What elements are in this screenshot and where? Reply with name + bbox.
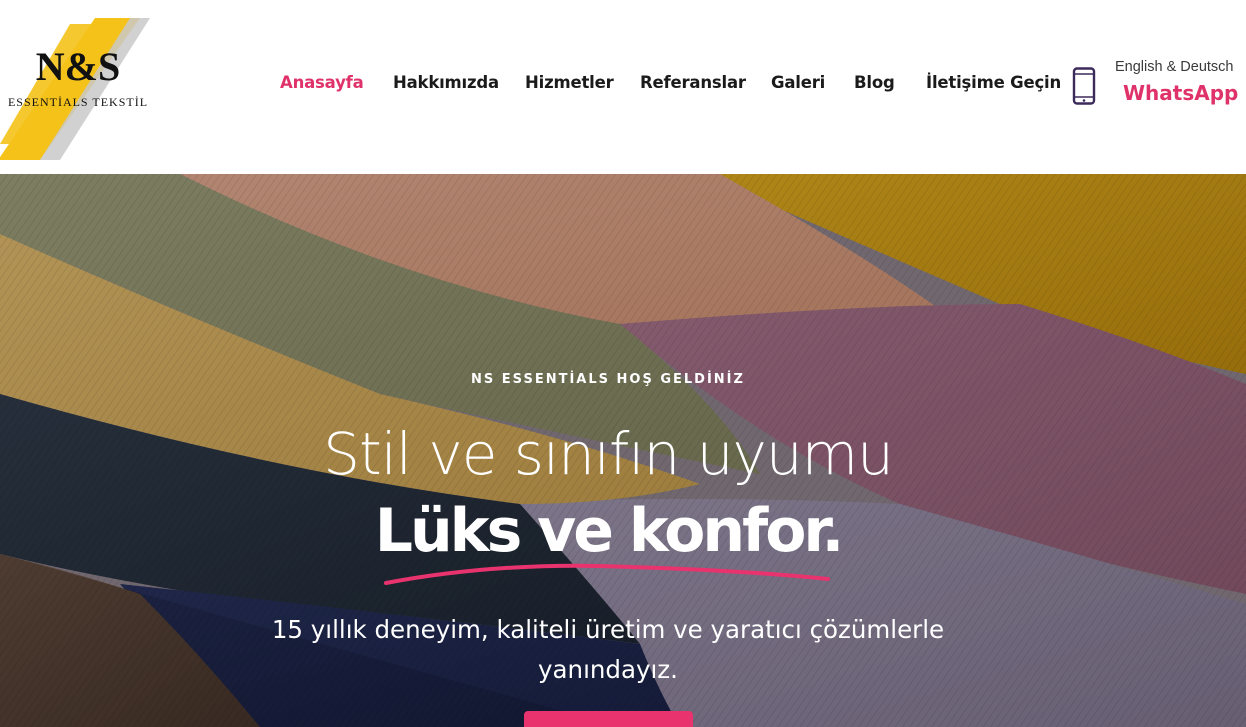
hero-underline-decoration xyxy=(384,563,830,585)
hero-kicker: NS ESSENTİALS HOŞ GELDİNİZ xyxy=(471,372,745,387)
brand-logo[interactable]: N&S ESSENTİALS TEKSTİL xyxy=(0,14,160,164)
hero-cta-button[interactable] xyxy=(524,711,693,727)
phone-icon xyxy=(1072,67,1096,105)
site-header: N&S ESSENTİALS TEKSTİL Anasayfa Hakkımız… xyxy=(0,0,1246,174)
nav-item-home[interactable]: Anasayfa xyxy=(280,73,364,92)
hero-banner: NS ESSENTİALS HOŞ GELDİNİZ Stil ve sınıf… xyxy=(0,174,1246,727)
hero-title-line1: Stil ve sınıfın uyumu xyxy=(323,420,894,488)
hero-title-line2: Lüks ve konfor. xyxy=(374,496,845,566)
whatsapp-link[interactable]: WhatsApp xyxy=(1123,81,1238,105)
nav-item-references[interactable]: Referanslar xyxy=(640,73,746,92)
nav-item-about[interactable]: Hakkımızda xyxy=(393,73,499,92)
logo-graphic: N&S ESSENTİALS TEKSTİL xyxy=(0,18,150,160)
nav-item-gallery[interactable]: Galeri xyxy=(771,73,825,92)
language-label: English & Deutsch xyxy=(1115,59,1234,75)
logo-text: ESSENTİALS TEKSTİL xyxy=(8,95,148,109)
nav-item-blog[interactable]: Blog xyxy=(854,73,895,92)
logo-mark: N&S xyxy=(36,44,120,89)
nav-item-services[interactable]: Hizmetler xyxy=(525,73,614,92)
nav-item-contact[interactable]: İletişime Geçin xyxy=(926,73,1061,92)
hero-subtitle: 15 yıllık deneyim, kaliteli üretim ve ya… xyxy=(271,615,945,684)
